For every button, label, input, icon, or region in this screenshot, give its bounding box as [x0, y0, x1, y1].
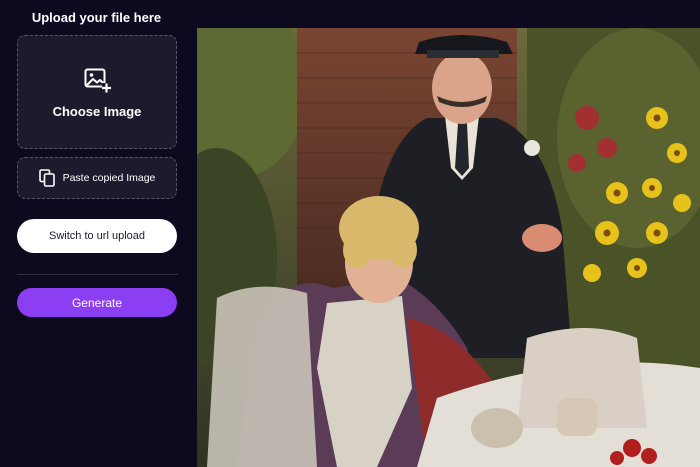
upload-title: Upload your file here: [31, 10, 162, 25]
paste-image-label: Paste copied Image: [62, 172, 156, 184]
generate-button[interactable]: Generate: [17, 288, 177, 317]
paste-image-button[interactable]: Paste copied Image: [17, 157, 177, 199]
choose-image-label: Choose Image: [52, 103, 142, 119]
copy-icon: [38, 169, 55, 187]
image-add-icon: [84, 68, 111, 92]
image-preview: [197, 28, 700, 467]
divider: [17, 274, 178, 275]
choose-image-dropzone[interactable]: Choose Image: [17, 35, 177, 149]
uploaded-photo: [197, 28, 700, 467]
switch-to-url-button[interactable]: Switch to url upload: [17, 219, 177, 253]
upload-sidebar: Upload your file here Choose Image Paste…: [0, 0, 193, 467]
